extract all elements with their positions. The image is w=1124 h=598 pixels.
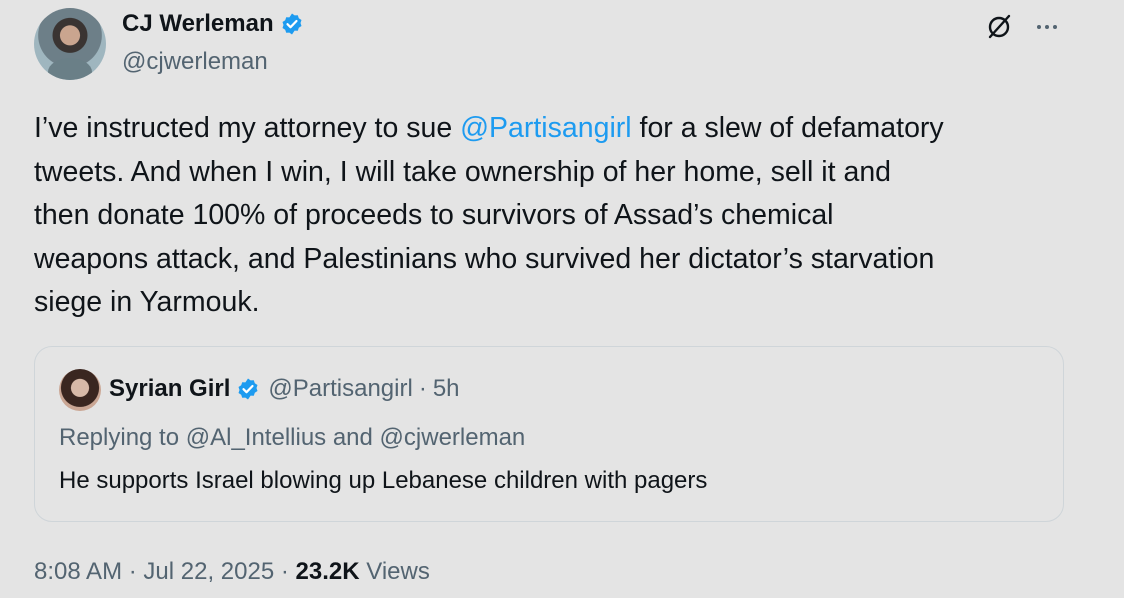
quoted-tweet-card[interactable]: Syrian Girl @Partisangirl · 5h Replying … bbox=[34, 346, 1064, 522]
tweet-line-4: weapons attack, and Palestinians who sur… bbox=[34, 242, 935, 275]
tweet-text: I’ve instructed my attorney to sue @Part… bbox=[34, 107, 1074, 325]
tweet-line-5: siege in Yarmouk. bbox=[34, 286, 260, 318]
quoted-author-name[interactable]: Syrian Girl bbox=[109, 375, 230, 403]
tweet-actions-top bbox=[984, 12, 1062, 42]
tweet-line-2: tweets. And when I win, I will take owne… bbox=[34, 155, 892, 188]
tweet-line-3: then donate 100% of proceeds to survivor… bbox=[34, 199, 834, 231]
verified-badge-icon bbox=[238, 378, 258, 400]
quoted-time[interactable]: 5h bbox=[433, 375, 460, 403]
verified-badge-icon bbox=[282, 13, 302, 35]
mention-link[interactable]: @Partisangirl bbox=[460, 112, 632, 144]
author-avatar[interactable] bbox=[34, 8, 106, 80]
quoted-author-handle[interactable]: @Partisangirl bbox=[268, 375, 412, 403]
views-label: Views bbox=[366, 558, 430, 585]
views-count[interactable]: 23.2K bbox=[296, 558, 360, 585]
avatar-shirt bbox=[48, 58, 92, 80]
author-name[interactable]: CJ Werleman bbox=[122, 10, 274, 38]
separator-dot: · bbox=[418, 375, 427, 402]
more-options-icon[interactable] bbox=[1032, 12, 1062, 42]
separator-dot: · bbox=[128, 558, 137, 585]
grok-icon[interactable] bbox=[984, 12, 1014, 42]
author-handle[interactable]: @cjwerleman bbox=[122, 48, 268, 76]
separator-dot: · bbox=[280, 558, 289, 585]
replying-to-line: Replying to @Al_Intellius and @cjwerlema… bbox=[59, 424, 526, 451]
author-name-row: CJ Werleman bbox=[122, 10, 304, 38]
quoted-header: Syrian Girl @Partisangirl · 5h bbox=[109, 375, 460, 403]
tweet-text-part: I’ve instructed my attorney to sue bbox=[34, 112, 461, 144]
tweet-meta: 8:08 AM · Jul 22, 2025 · 23.2K Views bbox=[34, 558, 430, 586]
tweet-line-1: I’ve instructed my attorney to sue @Part… bbox=[34, 107, 1074, 151]
tweet-time[interactable]: 8:08 AM bbox=[34, 558, 122, 585]
tweet-date[interactable]: Jul 22, 2025 bbox=[143, 558, 274, 585]
tweet-text-part: for a slew of defamatory bbox=[631, 112, 944, 144]
quoted-author-avatar[interactable] bbox=[59, 369, 101, 411]
quoted-text: He supports Israel blowing up Lebanese c… bbox=[59, 467, 708, 494]
